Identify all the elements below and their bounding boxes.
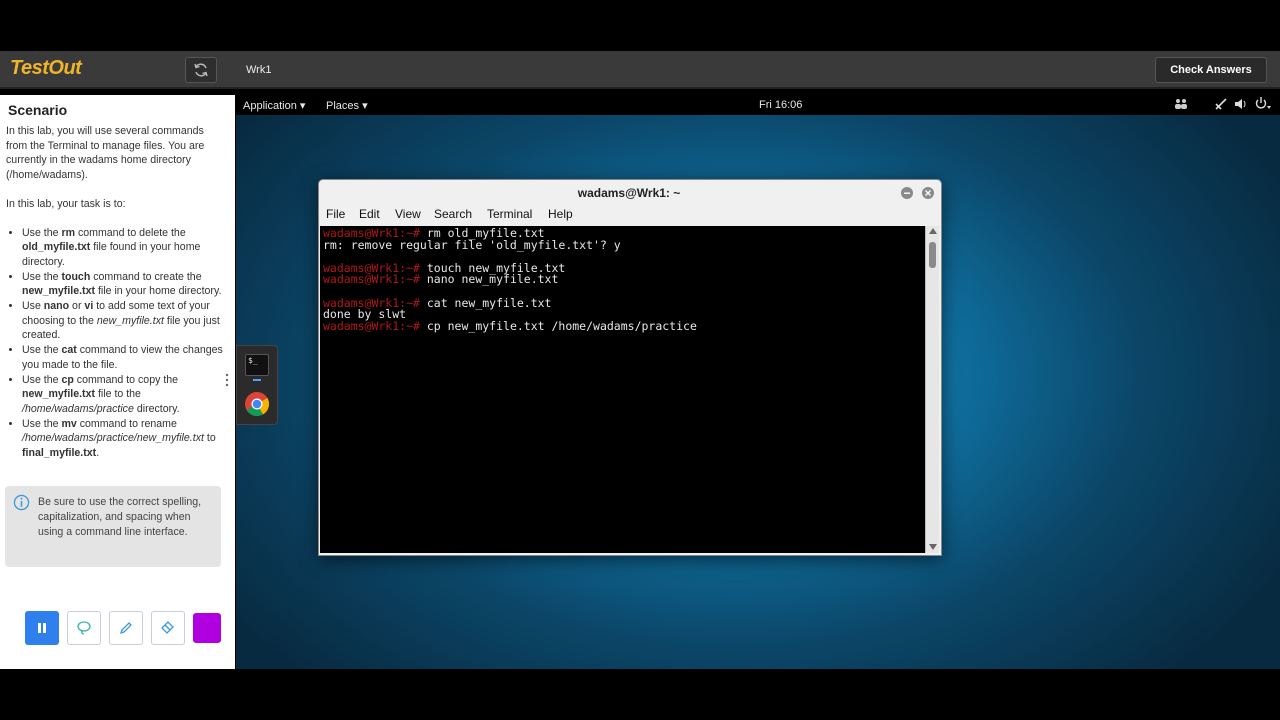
- scenario-intro: In this lab, you will use several comman…: [6, 125, 205, 182]
- task-item: Use the rm command to delete the old_myf…: [22, 226, 225, 270]
- info-icon: [13, 494, 30, 511]
- chrome-app-icon[interactable]: [244, 391, 270, 417]
- task-item: Use the mv command to rename /home/wadam…: [22, 417, 225, 461]
- dock: $_: [236, 345, 278, 425]
- application-menu[interactable]: Application ▾: [243, 99, 305, 112]
- prompt: wadams@Wrk1:~#: [323, 318, 420, 333]
- prompt: wadams@Wrk1:~#: [323, 272, 420, 287]
- refresh-button[interactable]: [185, 57, 217, 83]
- close-button[interactable]: [922, 187, 934, 199]
- vm-desktop: Application ▾ Places ▾ Fri 16:06 $_ wada…: [236, 95, 1280, 669]
- network-icon[interactable]: [1214, 98, 1228, 110]
- terminal-line: wadams@Wrk1:~# nano new_myfile.txt: [323, 272, 559, 287]
- scroll-thumb[interactable]: [929, 242, 936, 268]
- pen-button[interactable]: [109, 611, 143, 645]
- terminal-line: wadams@Wrk1:~# cat new_myfile.txt: [323, 295, 552, 310]
- note-box: Be sure to use the correct spelling, cap…: [5, 486, 221, 567]
- terminal-app-icon[interactable]: $_: [245, 354, 269, 376]
- terminal-window[interactable]: wadams@Wrk1: ~ File Edit View Search Ter…: [318, 179, 942, 556]
- task-item: Use the touch command to create the new_…: [22, 270, 225, 299]
- note-text: Be sure to use the correct spelling, cap…: [38, 496, 202, 538]
- minimize-icon: [904, 192, 910, 194]
- lasso-icon: [77, 621, 91, 635]
- terminal-titlebar[interactable]: wadams@Wrk1: ~: [319, 180, 939, 206]
- minimize-button[interactable]: [901, 187, 913, 199]
- color-swatch-button[interactable]: [193, 613, 221, 643]
- users-icon[interactable]: [1174, 98, 1188, 110]
- menu-search[interactable]: Search: [434, 207, 472, 221]
- task-intro: In this lab, your task is to:: [6, 197, 126, 210]
- power-icon[interactable]: [1254, 97, 1272, 111]
- testout-logo: TestOut: [10, 57, 82, 79]
- pencil-icon: [119, 622, 132, 635]
- terminal-output[interactable]: wadams@Wrk1:~# rm old_myfile.txt rm: remo…: [320, 226, 925, 553]
- panel-resize-handle[interactable]: [221, 370, 233, 390]
- task-list: Use the rm command to delete the old_myf…: [6, 226, 225, 461]
- task-item: Use the cp command to copy the new_myfil…: [22, 373, 225, 417]
- terminal-menubar: File Edit View Search Terminal Help: [319, 206, 939, 226]
- task-item: Use nano or vi to add some text of your …: [22, 299, 225, 343]
- terminal-line: rm: remove regular file 'old_myfile.txt'…: [323, 237, 621, 252]
- volume-icon[interactable]: [1234, 98, 1248, 110]
- eraser-icon: [161, 621, 174, 634]
- system-tray: [1174, 97, 1272, 111]
- pause-button[interactable]: [25, 611, 59, 645]
- menu-view[interactable]: View: [395, 207, 421, 221]
- terminal-scrollbar[interactable]: [925, 226, 939, 553]
- menu-terminal[interactable]: Terminal: [487, 207, 532, 221]
- refresh-icon: [194, 63, 208, 77]
- close-icon: [925, 190, 931, 196]
- scenario-panel: Scenario In this lab, you will use sever…: [0, 95, 235, 669]
- terminal-line: wadams@Wrk1:~# cp new_myfile.txt /home/w…: [323, 318, 697, 333]
- menu-edit[interactable]: Edit: [359, 207, 380, 221]
- terminal-title: wadams@Wrk1: ~: [577, 186, 681, 200]
- pause-icon: [38, 623, 46, 633]
- active-indicator: [253, 379, 261, 381]
- drag-handle-icon: [225, 373, 229, 387]
- eraser-button[interactable]: [151, 611, 185, 645]
- top-bar: TestOut Wrk1 Check Answers: [0, 51, 1280, 89]
- lasso-button[interactable]: [67, 611, 101, 645]
- scroll-down-icon[interactable]: [929, 544, 937, 550]
- task-item: Use the cat command to view the changes …: [22, 343, 225, 372]
- machine-tab[interactable]: Wrk1: [246, 64, 271, 76]
- clock[interactable]: Fri 16:06: [759, 99, 802, 111]
- check-answers-button[interactable]: Check Answers: [1155, 57, 1267, 83]
- scenario-title: Scenario: [8, 102, 68, 118]
- menu-file[interactable]: File: [326, 207, 345, 221]
- menu-help[interactable]: Help: [548, 207, 573, 221]
- scroll-up-icon[interactable]: [929, 228, 937, 234]
- annotation-toolbar: [25, 611, 221, 645]
- places-menu[interactable]: Places ▾: [326, 99, 368, 112]
- gnome-top-bar: Application ▾ Places ▾ Fri 16:06: [236, 95, 1280, 115]
